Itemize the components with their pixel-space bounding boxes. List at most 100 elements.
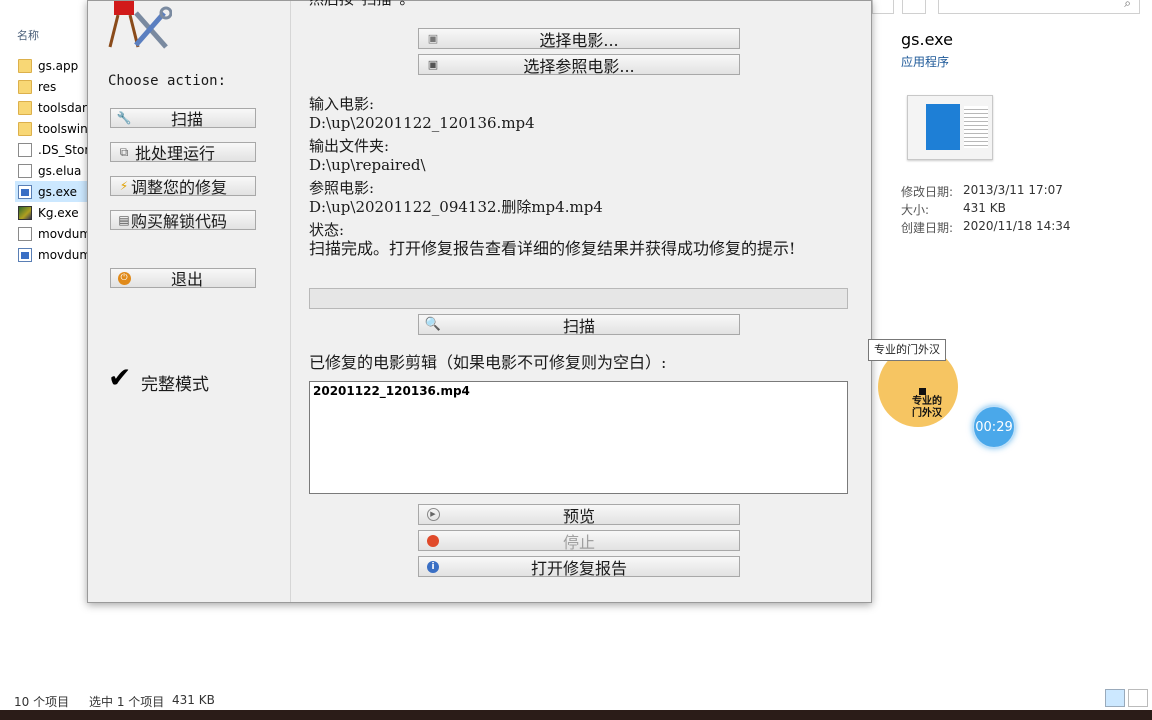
column-header-name[interactable]: 名称	[17, 27, 39, 43]
details-modified: 修改日期: 2013/3/11 17:07	[901, 183, 1063, 200]
file-icon	[18, 163, 32, 178]
button-label: 扫描	[562, 316, 595, 336]
file-name: res	[38, 79, 57, 94]
file-name: toolswin	[38, 121, 88, 136]
file-item[interactable]: movdum	[18, 244, 92, 265]
file-item[interactable]: movdum	[18, 223, 92, 244]
watermark-mark-icon	[919, 388, 926, 395]
button-label: 购买解锁代码	[131, 212, 228, 231]
choose-action-label: Choose action:	[108, 73, 227, 89]
explorer-back-button[interactable]	[872, 0, 894, 14]
watermark-text: 专业的 门外汉	[912, 396, 942, 420]
button-label: 批处理运行	[135, 144, 216, 163]
meta-value: 2013/3/11 17:07	[963, 183, 1063, 197]
folder-icon	[18, 79, 32, 94]
progress-bar	[309, 288, 848, 309]
tooltip: 专业的门外汉	[868, 339, 946, 361]
folder-icon	[18, 58, 32, 73]
select-reference-button[interactable]: ▣ 选择参照电影...	[418, 54, 740, 76]
button-label: 选择参照电影...	[523, 56, 635, 76]
stop-button[interactable]: 停止	[418, 530, 740, 552]
file-item[interactable]: Kg.exe	[18, 202, 88, 223]
preview-button[interactable]: ▶ 预览	[418, 504, 740, 526]
wrench-icon: 🔧	[116, 111, 132, 125]
file-list: gs.app res toolsdar toolswin .DS_Stor gs…	[15, 55, 92, 265]
file-name: gs.exe	[38, 184, 77, 199]
file-item[interactable]: toolsdar	[18, 97, 88, 118]
details-view-button[interactable]	[1105, 689, 1125, 707]
meta-value: 431 KB	[963, 201, 1006, 215]
reference-movie-path: D:\up\20201122_094132.删除mp4.mp4	[309, 198, 603, 216]
explorer-search-input[interactable]: ⌕	[938, 0, 1140, 14]
stop-icon	[424, 533, 442, 549]
repaired-clips-label: 已修复的电影剪辑（如果电影不可修复则为空白）:	[309, 353, 667, 372]
application-icon	[18, 184, 32, 199]
large-icons-view-button[interactable]	[1128, 689, 1148, 707]
file-name: Kg.exe	[38, 205, 79, 220]
status-selected-count: 选中 1 个项目	[89, 695, 165, 709]
exit-button[interactable]: ⏻ 退出	[110, 268, 256, 289]
file-item[interactable]: toolswin	[18, 118, 88, 139]
repaired-clips-list[interactable]: 20201122_120136.mp4	[309, 381, 848, 494]
file-name: .DS_Stor	[38, 142, 90, 157]
camera-icon: ▣	[427, 58, 439, 71]
file-item[interactable]: res	[18, 76, 88, 97]
status-item-count: 10 个项目	[14, 695, 70, 709]
adjust-repair-button[interactable]: ⚡ 调整您的修复	[110, 176, 256, 197]
folder-warning-icon: ▣	[427, 32, 439, 45]
application-icon	[18, 247, 32, 262]
file-name: movdum	[38, 226, 92, 241]
output-folder-label: 输出文件夹:	[309, 137, 390, 155]
list-item[interactable]: 20201122_120136.mp4	[313, 384, 470, 398]
scan-side-button[interactable]: 🔧 扫描	[110, 108, 256, 129]
keygen-icon	[18, 205, 32, 220]
file-name: gs.elua	[38, 163, 82, 178]
app-logo-icon	[108, 1, 172, 49]
button-label: 退出	[170, 270, 203, 289]
full-mode-label: 完整模式	[141, 375, 209, 395]
details-size: 大小: 431 KB	[901, 201, 1006, 218]
file-item-selected[interactable]: gs.exe	[15, 181, 88, 202]
file-name: movdum	[38, 247, 92, 262]
file-icon	[18, 226, 32, 241]
button-label: 选择电影...	[539, 30, 619, 50]
details-file-type: 应用程序	[901, 55, 950, 69]
file-name: gs.app	[38, 58, 79, 73]
input-movie-label: 输入电影:	[309, 95, 375, 113]
magnifier-icon: 🔍	[424, 317, 442, 332]
watermark-line: 门外汉	[912, 408, 942, 419]
recording-timer[interactable]: 00:29	[972, 405, 1016, 449]
batch-icon: ⧉	[119, 144, 129, 159]
select-movie-button[interactable]: ▣ 选择电影...	[418, 28, 740, 50]
input-movie-path: D:\up\20201122_120136.mp4	[309, 114, 535, 132]
batch-run-button[interactable]: ⧉ 批处理运行	[110, 142, 256, 163]
scan-instruction: 然后按“扫描”。	[309, 0, 414, 9]
output-folder-path: D:\up\repaired\	[309, 156, 426, 174]
status-message: 扫描完成。打开修复报告查看详细的修复结果并获得成功修复的提示!	[309, 239, 796, 258]
explorer-refresh-button[interactable]	[902, 0, 926, 14]
file-item[interactable]: gs.app	[18, 55, 88, 76]
file-item[interactable]: .DS_Stor	[18, 139, 90, 160]
play-icon: ▶	[424, 507, 442, 523]
details-created: 创建日期: 2020/11/18 14:34	[901, 219, 1071, 236]
file-name: toolsdar	[38, 100, 87, 115]
power-icon: ⏻	[115, 270, 133, 286]
file-item[interactable]: gs.elua	[18, 160, 88, 181]
info-icon: i	[424, 559, 442, 575]
folder-icon	[18, 100, 32, 115]
open-report-button[interactable]: i 打开修复报告	[418, 556, 740, 578]
reference-movie-label: 参照电影:	[309, 179, 375, 197]
scan-main-button[interactable]: 🔍 扫描	[418, 314, 740, 336]
file-thumbnail	[907, 95, 993, 160]
watermark-line: 专业的	[912, 396, 942, 407]
status-label: 状态:	[309, 221, 345, 239]
button-label: 停止	[562, 532, 595, 552]
button-label: 调整您的修复	[131, 178, 228, 197]
search-icon: ⌕	[1124, 0, 1131, 10]
meta-label: 修改日期:	[901, 185, 954, 199]
panel-divider	[290, 1, 291, 602]
buy-unlock-code-button[interactable]: ▤ 购买解锁代码	[110, 210, 256, 231]
details-file-name: gs.exe	[901, 30, 953, 49]
file-icon	[18, 142, 32, 157]
checkmark-icon[interactable]: ✔	[108, 364, 131, 392]
